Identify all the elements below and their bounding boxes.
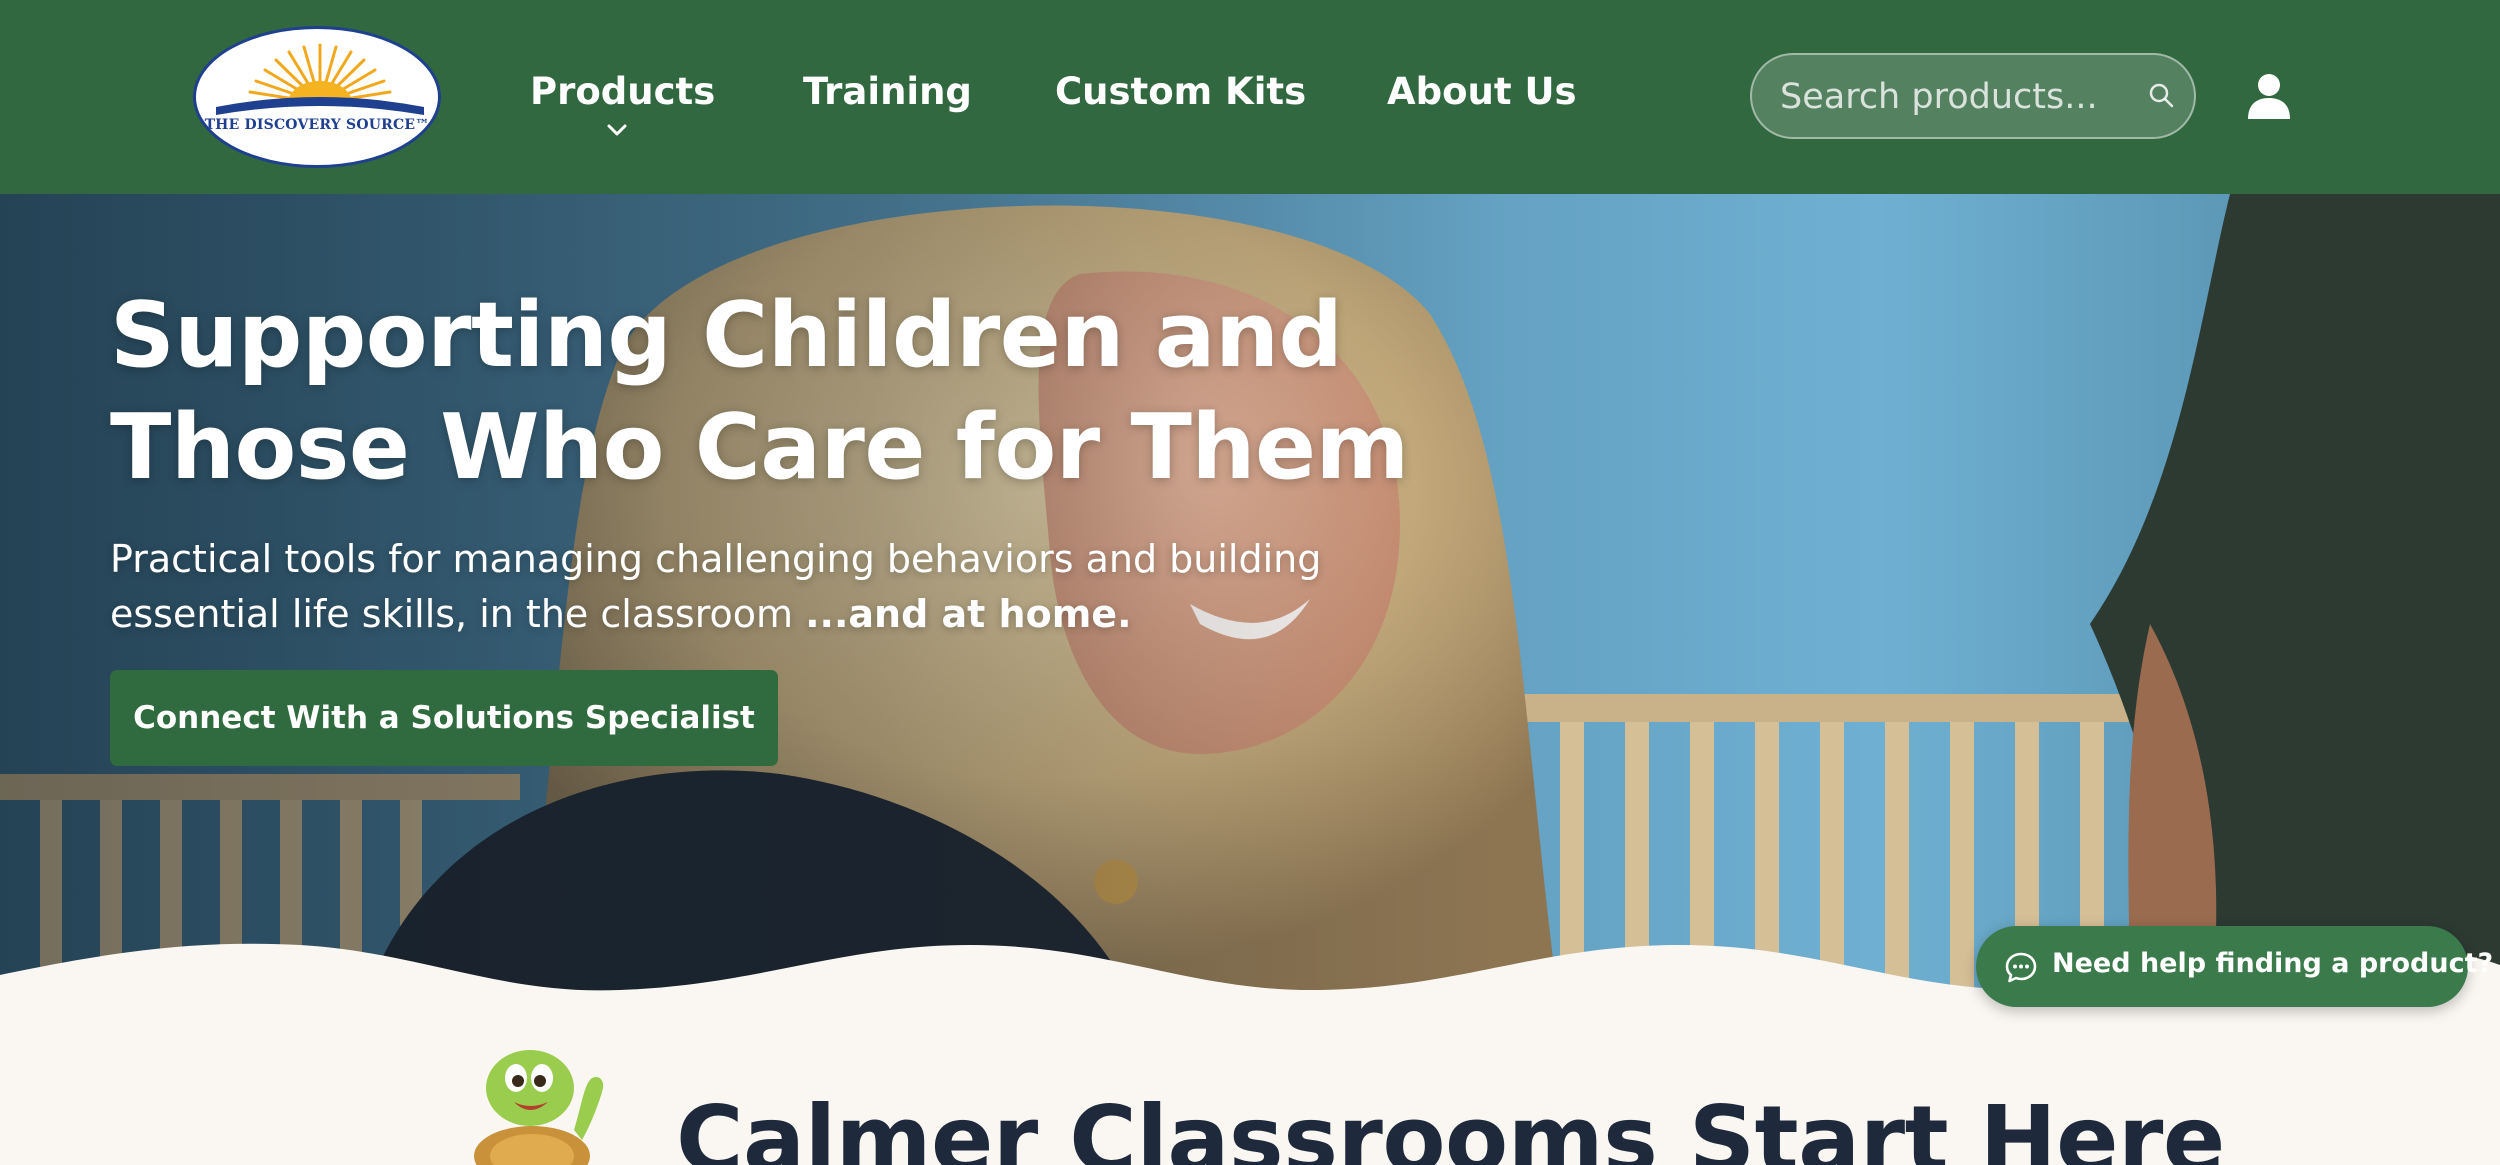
help-finding-product-button[interactable]: Need help finding a product? bbox=[1976, 926, 2493, 1007]
search-box bbox=[1750, 53, 2196, 139]
chevron-down-icon[interactable] bbox=[606, 122, 628, 138]
hero-title-line-1: Supporting Children and bbox=[110, 283, 1343, 388]
section-title: Calmer Classrooms Start Here bbox=[676, 1086, 2225, 1165]
search-icon[interactable] bbox=[2148, 82, 2176, 110]
hero-title-line-2: Those Who Care for Them bbox=[110, 395, 1409, 500]
hero-title: Supporting Children and Those Who Care f… bbox=[110, 280, 1510, 504]
help-button-label: Need help finding a product? bbox=[2052, 948, 2494, 979]
nav-training[interactable]: Training bbox=[803, 70, 972, 113]
hero-subtitle-emphasis: ...and at home. bbox=[805, 592, 1132, 636]
search-input[interactable] bbox=[1780, 73, 2120, 121]
site-header: THE DISCOVERY SOURCE™ Products Training … bbox=[0, 0, 2500, 194]
hero-subtitle-line-2-text: essential life skills, in the classroom bbox=[110, 592, 806, 636]
nav-products[interactable]: Products bbox=[530, 70, 715, 113]
turtle-mascot-icon bbox=[474, 1050, 604, 1165]
sunburst-logo-graphic bbox=[216, 43, 424, 115]
page: THE DISCOVERY SOURCE™ Products Training … bbox=[0, 0, 2500, 1165]
hero-subtitle-line-2: essential life skills, in the classroom … bbox=[110, 587, 1430, 642]
hero-subtitle-line-1: Practical tools for managing challenging… bbox=[110, 537, 1322, 581]
hero-subtitle: Practical tools for managing challenging… bbox=[110, 532, 1430, 642]
logo-text: THE DISCOVERY SOURCE™ bbox=[204, 117, 430, 133]
connect-specialist-button[interactable]: Connect With a Solutions Specialist bbox=[110, 670, 778, 766]
hero-section: Supporting Children and Those Who Care f… bbox=[0, 194, 2500, 1014]
site-logo[interactable]: THE DISCOVERY SOURCE™ bbox=[193, 26, 441, 168]
nav-custom-kits[interactable]: Custom Kits bbox=[1055, 70, 1306, 113]
user-icon[interactable] bbox=[2246, 72, 2292, 120]
nav-about-us[interactable]: About Us bbox=[1387, 70, 1577, 113]
chat-bubble-icon bbox=[2005, 952, 2037, 983]
